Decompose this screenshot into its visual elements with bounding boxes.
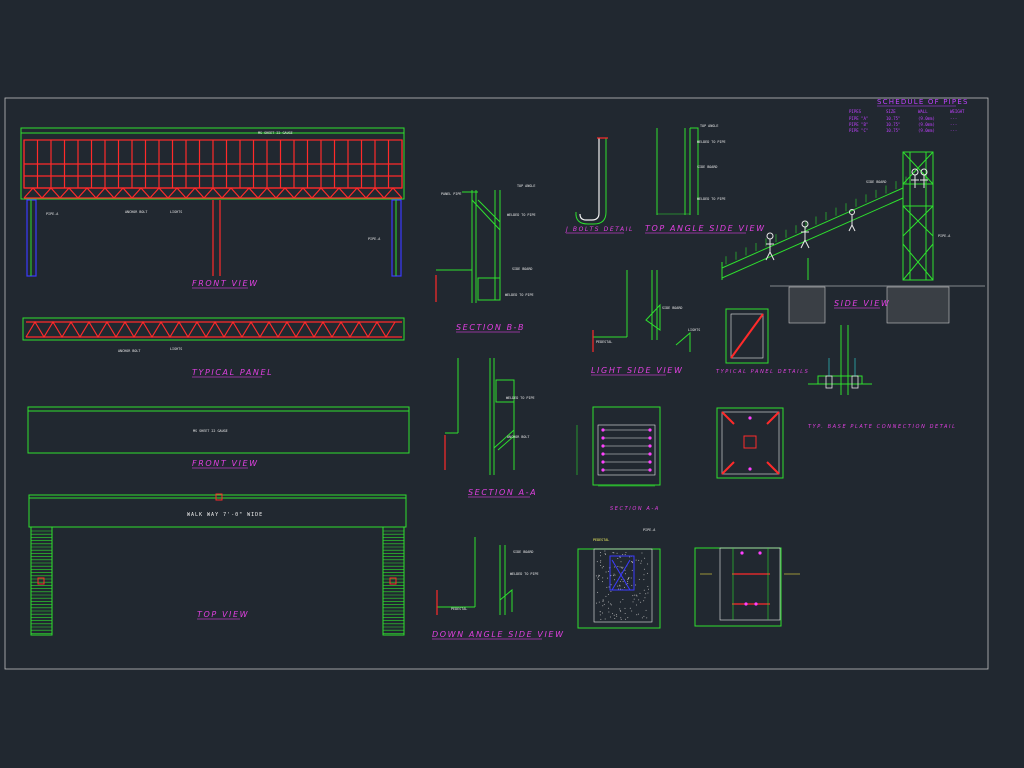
title-front-view-2: FRONT VIEW xyxy=(192,459,259,468)
title-top-angle: TOP ANGLE SIDE VIEW xyxy=(645,224,766,233)
note-ms-sheet-top: MS SHEET 22 GAUGE xyxy=(258,131,293,135)
title-top-view: TOP VIEW xyxy=(197,610,249,619)
note-anchor-bolt: ANCHOR BOLT xyxy=(125,210,147,214)
note-anchor-2: ANCHOR BOLT xyxy=(118,349,140,353)
schedule-cell: 10.75" xyxy=(886,122,900,127)
title-section-a-small: SECTION A-A xyxy=(610,506,660,512)
schedule-header-1: SIZE xyxy=(886,109,896,114)
front-view-drawing xyxy=(20,127,405,277)
note-ms-sheet: MS SHEET 22 GAUGE xyxy=(193,429,228,433)
note-pipe-a-side: PIPE-A xyxy=(938,234,950,238)
pier-detail-drawing xyxy=(694,547,800,627)
note-top-angle-t: TOP ANGLE xyxy=(700,124,718,128)
schedule-cell: PIPE "A" xyxy=(849,116,868,121)
typical-panel-drawing xyxy=(22,317,405,341)
schedule-cell: (9.0mm) xyxy=(918,116,935,121)
note-side-board-s: SIDE BOARD xyxy=(866,180,886,184)
schedule-cell: --- xyxy=(950,122,957,127)
note-walkway: WALK WAY 7'-0" WIDE xyxy=(187,512,263,518)
title-typical-panel: TYPICAL PANEL xyxy=(192,368,273,377)
section-a-drawing xyxy=(444,358,515,475)
note-panel-pipe: PANEL PIPE xyxy=(441,192,461,196)
title-side-view: SIDE VIEW xyxy=(834,299,890,308)
title-panel-details: TYPICAL PANEL DETAILS xyxy=(716,369,809,375)
note-side-board-t: SIDE BOARD xyxy=(697,165,717,169)
title-light-side: LIGHT SIDE VIEW xyxy=(591,366,683,375)
section-b-drawing xyxy=(435,190,501,303)
base-plate-section-drawing xyxy=(576,406,661,487)
note-lights-1: LIGHTS xyxy=(170,210,182,214)
schedule-title: SCHEDULE OF PIPES xyxy=(877,98,969,106)
note-pedestal-l: PEDESTAL xyxy=(596,340,612,344)
note-pipe-a-right: PIPE-A xyxy=(368,237,380,241)
note-welded-t2: WELDED TO PIPE xyxy=(697,197,726,201)
note-top-angle-b: TOP ANGLE xyxy=(517,184,535,188)
note-pipe-a-left: PIPE-A xyxy=(46,212,58,216)
note-pedestal-d: PEDESTAL xyxy=(451,607,467,611)
note-welded-d: WELDED TO PIPE xyxy=(510,572,539,576)
schedule-cell: (9.0mm) xyxy=(918,122,935,127)
schedule-header-3: WEIGHT xyxy=(950,109,965,114)
note-welded-b: WELDED TO PIPE xyxy=(507,213,536,217)
schedule-cell: PIPE "C" xyxy=(849,128,868,133)
schedule-cell: PIPE "B" xyxy=(849,122,868,127)
title-section-a: SECTION A-A xyxy=(468,488,537,497)
pipe-schedule: SCHEDULE OF PIPES PIPES SIZE WALL WEIGHT… xyxy=(849,98,969,133)
j-bolt-drawing xyxy=(575,137,608,225)
schedule-header-2: WALL xyxy=(918,109,928,114)
schedule-cell: 10.75" xyxy=(886,116,900,121)
schedule-cell: --- xyxy=(950,116,957,121)
note-side-board-d: SIDE BOARD xyxy=(513,550,533,554)
schedule-header-0: PIPES xyxy=(849,109,862,114)
note-welded-b2: WELDED TO PIPE xyxy=(505,293,534,297)
schedule-cell: 10.75" xyxy=(886,128,900,133)
title-base-plate: TYP. BASE PLATE CONNECTION DETAIL xyxy=(808,424,956,430)
cad-drawing: MS SHEET 22 GAUGE PIPE-A ANCHOR BOLT LIG… xyxy=(4,97,989,670)
note-side-board-l: SIDE BOARD xyxy=(662,306,682,310)
title-down-angle: DOWN ANGLE SIDE VIEW xyxy=(432,630,565,639)
top-angle-drawing xyxy=(656,127,699,215)
schedule-cell: --- xyxy=(950,128,957,133)
note-anchor-a: ANCHOR BOLT xyxy=(507,435,529,439)
anchor-plan-drawing xyxy=(716,407,784,479)
title-j-bolts: J BOLTS DETAIL xyxy=(565,226,634,233)
title-section-b: SECTION B-B xyxy=(456,323,525,332)
note-lights-2: LIGHTS xyxy=(170,347,182,351)
note-side-board-b: SIDE BOARD xyxy=(512,267,532,271)
note-pipe-a-ped: PIPE-A xyxy=(643,528,655,532)
title-front-view: FRONT VIEW xyxy=(192,279,259,288)
pedestal-drawing xyxy=(577,548,661,629)
note-welded-t: WELDED TO PIPE xyxy=(697,140,726,144)
schedule-cell: (9.0mm) xyxy=(918,128,935,133)
base-plate-detail-drawing xyxy=(808,325,872,395)
note-welded-a: WELDED TO PIPE xyxy=(506,396,535,400)
note-pedestal-top: PEDESTAL xyxy=(593,538,609,542)
panel-details-drawing xyxy=(725,308,769,364)
down-angle-drawing xyxy=(436,537,513,615)
note-lights-l: LIGHTS xyxy=(688,328,700,332)
